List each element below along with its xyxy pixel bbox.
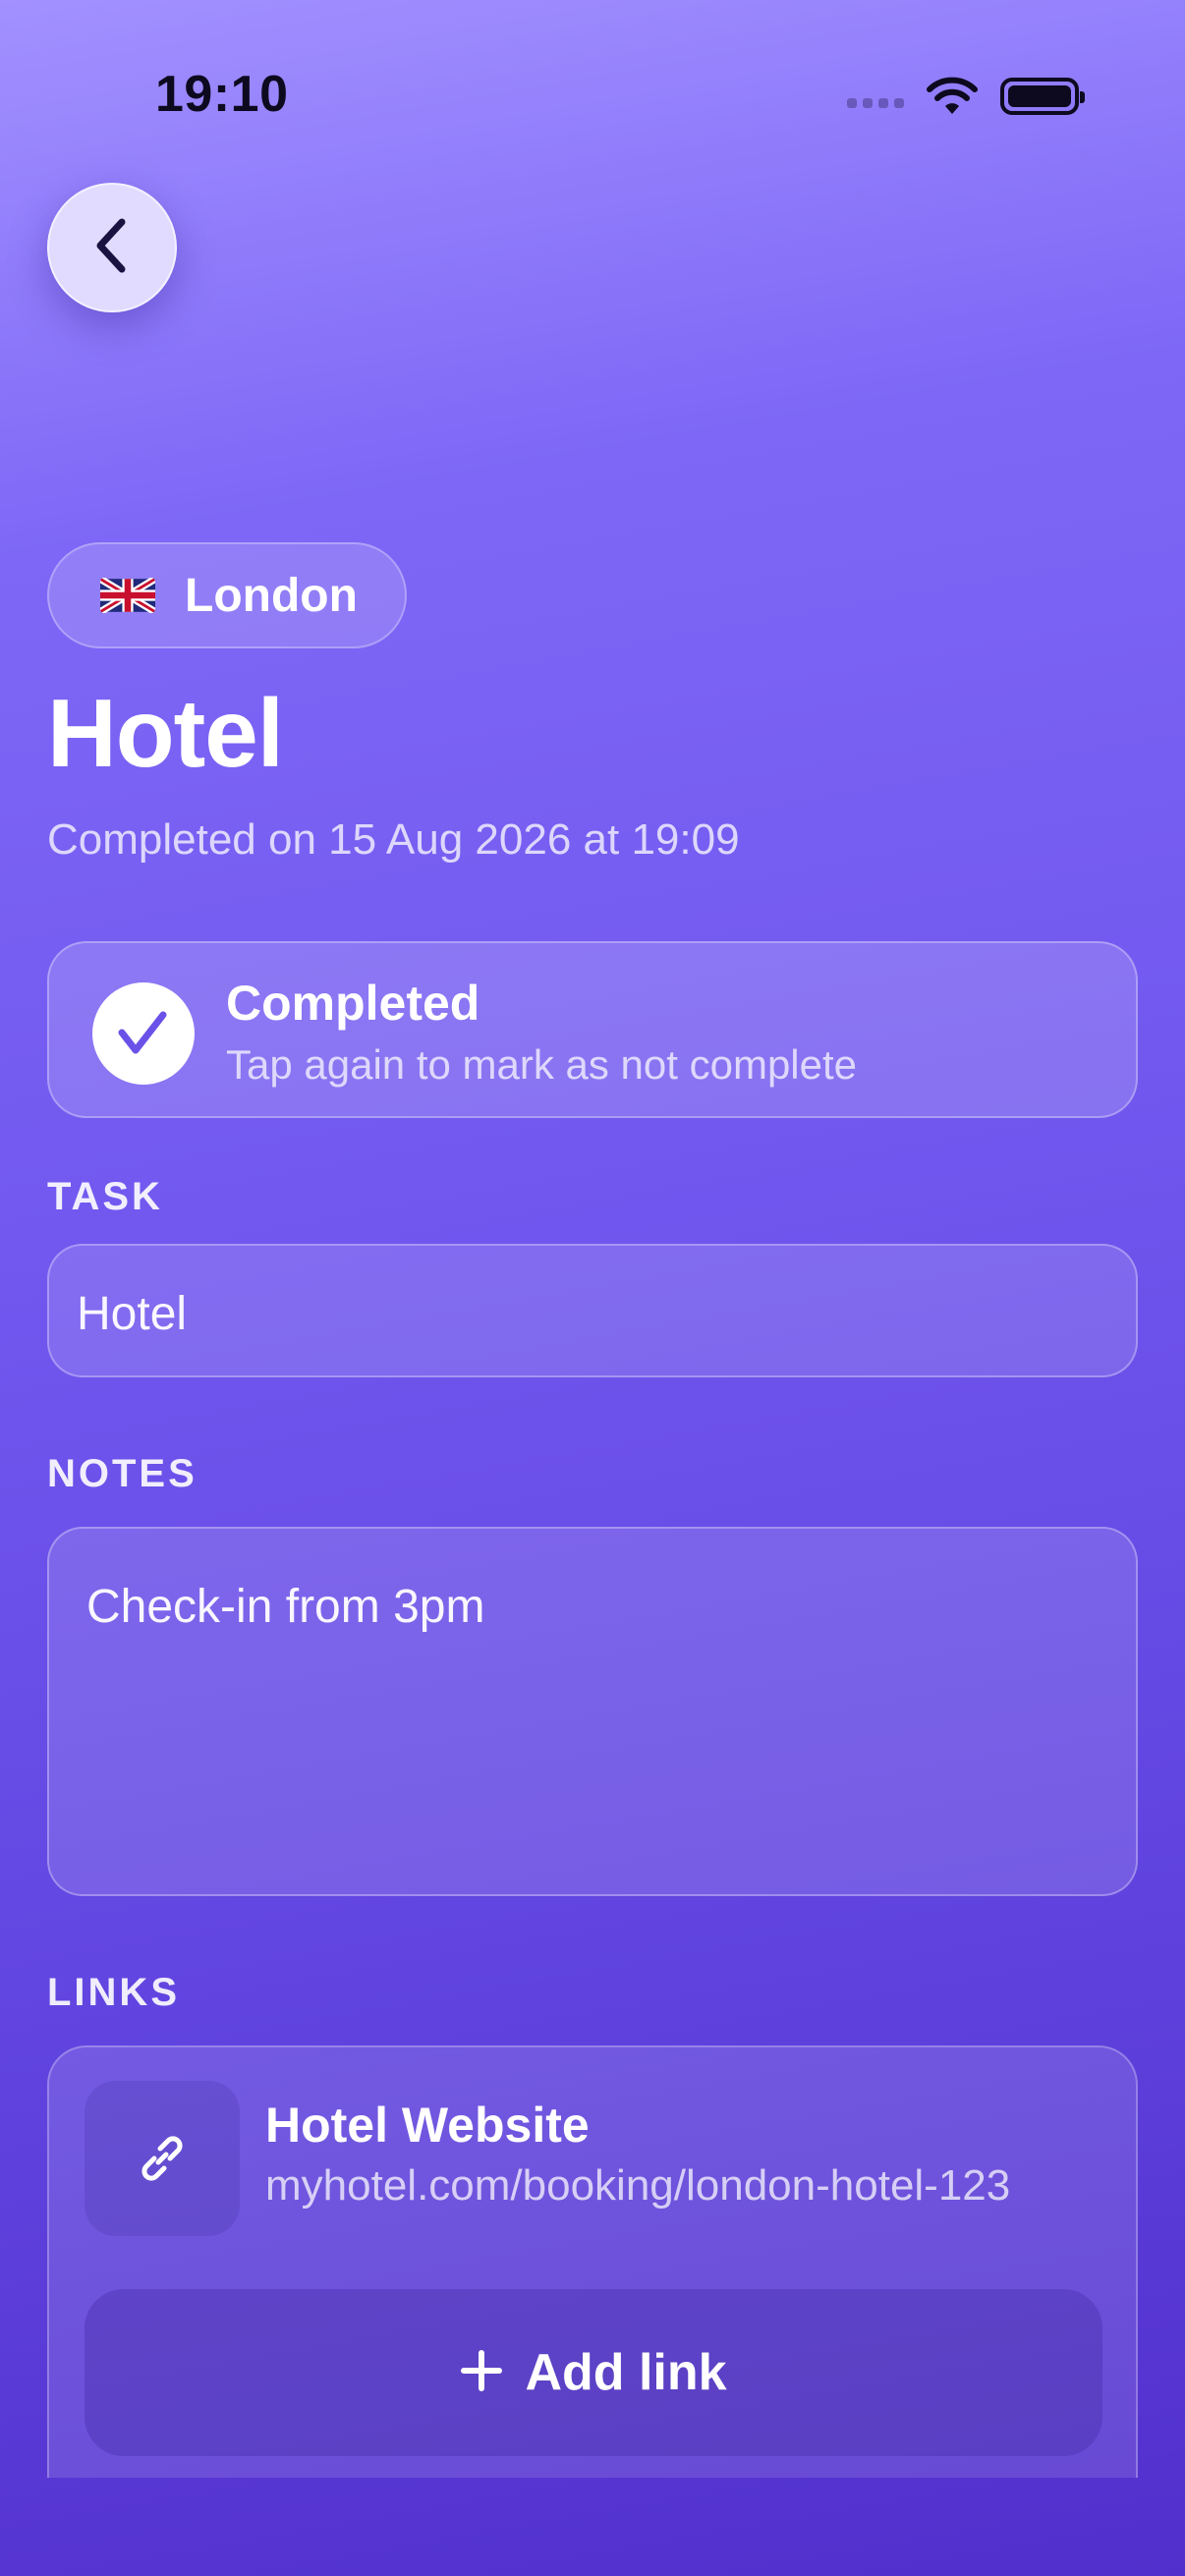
link-url: myhotel.com/booking/london-hotel-123 bbox=[265, 2161, 1011, 2210]
cellular-signal-icon bbox=[847, 98, 904, 108]
notes-value: Check-in from 3pm bbox=[86, 1581, 485, 1633]
completion-hint: Tap again to mark as not complete bbox=[226, 1041, 858, 1088]
location-chip[interactable]: London bbox=[47, 542, 407, 648]
back-button[interactable] bbox=[47, 183, 177, 312]
task-name-value: Hotel bbox=[77, 1288, 188, 1340]
page-title: Hotel bbox=[47, 679, 284, 787]
add-link-button[interactable]: Add link bbox=[85, 2289, 1102, 2456]
uk-flag-icon bbox=[100, 578, 155, 613]
status-icons bbox=[847, 67, 1085, 126]
notes-section-label: NOTES bbox=[47, 1452, 198, 1495]
links-section-label: LINKS bbox=[47, 1971, 180, 2014]
add-link-label: Add link bbox=[525, 2344, 727, 2401]
task-section-label: TASK bbox=[47, 1175, 163, 1218]
chevron-left-icon bbox=[90, 216, 134, 280]
checkmark-circle-icon bbox=[92, 982, 195, 1085]
location-name: London bbox=[185, 569, 358, 622]
wifi-icon bbox=[926, 77, 979, 116]
plus-icon bbox=[460, 2349, 503, 2397]
link-icon bbox=[85, 2081, 240, 2236]
battery-icon bbox=[1000, 78, 1085, 115]
completion-toggle[interactable]: Completed Tap again to mark as not compl… bbox=[47, 941, 1138, 1118]
completed-timestamp: Completed on 15 Aug 2026 at 19:09 bbox=[47, 815, 740, 864]
link-title: Hotel Website bbox=[265, 2098, 590, 2153]
task-name-input[interactable]: Hotel bbox=[47, 1244, 1138, 1377]
status-bar: 19:10 bbox=[0, 0, 1185, 187]
completion-status-title: Completed bbox=[226, 976, 480, 1031]
notes-textarea[interactable]: Check-in from 3pm bbox=[47, 1527, 1138, 1896]
links-card: Hotel Website myhotel.com/booking/london… bbox=[47, 2045, 1138, 2478]
status-time: 19:10 bbox=[155, 66, 289, 123]
